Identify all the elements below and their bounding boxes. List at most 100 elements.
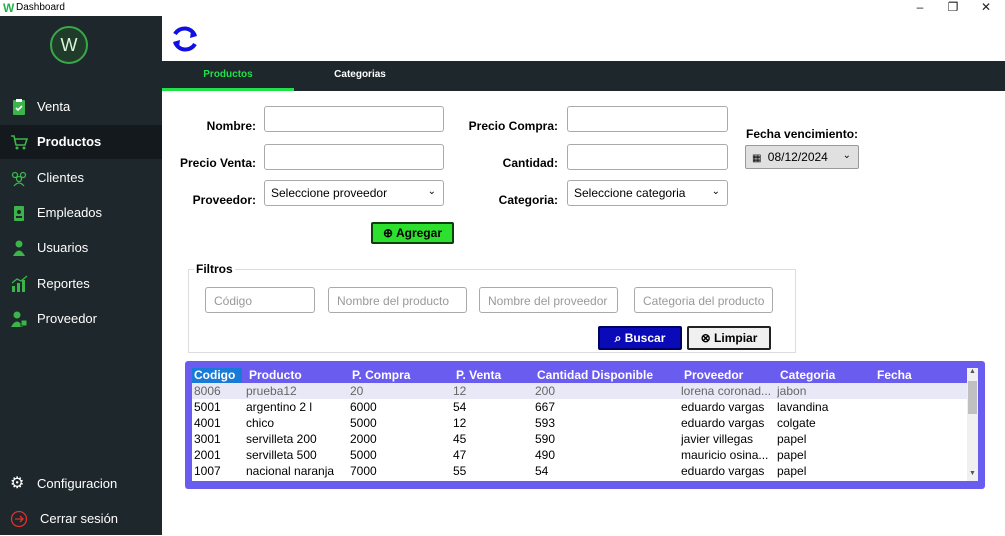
table-cell: javier villegas (681, 432, 754, 446)
nombre-label: Nombre: (206, 119, 256, 133)
close-button[interactable]: ✕ (976, 0, 996, 14)
table-cell: 45 (453, 432, 467, 446)
user-icon (13, 240, 25, 256)
sidebar-item-cerrar-sesion[interactable]: Cerrar sesión (0, 502, 162, 536)
scrollbar-thumb[interactable] (968, 381, 977, 414)
scroll-down-icon[interactable]: ▼ (967, 470, 978, 481)
limpiar-label: Limpiar (714, 331, 758, 345)
limpiar-button[interactable]: ⊗ Limpiar (687, 326, 771, 350)
people-icon (11, 171, 27, 187)
tab-productos[interactable]: Productos (162, 61, 294, 91)
chart-icon (11, 275, 28, 292)
supplier-icon (11, 311, 28, 327)
table-row[interactable]: 5001 argentino 2 l 6000 54 667 eduardo vargas… (192, 399, 967, 415)
cantidad-label: Cantidad: (502, 156, 558, 170)
sidebar-item-configuracion[interactable]: ⚙ Configuracion (0, 467, 162, 501)
column-header-producto[interactable]: Producto (247, 368, 342, 383)
proveedor-filter-input[interactable]: Nombre del proveedor (479, 287, 618, 313)
nombre-input[interactable] (264, 106, 444, 132)
table-cell: 8006 (194, 384, 221, 398)
products-table[interactable]: Codigo Producto P. Compra P. Venta Canti… (192, 368, 978, 481)
sidebar-item-reportes[interactable]: Reportes (0, 267, 162, 301)
table-row[interactable]: 8006 prueba12 20 12 200 lorena coronad... jabo… (192, 383, 967, 399)
table-row[interactable]: 2001 servilleta 500 5000 47 490 mauricio osin… (192, 447, 967, 463)
column-header-proveedor[interactable]: Proveedor (682, 368, 772, 383)
buscar-label: Buscar (624, 331, 666, 345)
sidebar-item-clientes[interactable]: Clientes (0, 161, 162, 195)
column-header-p-compra[interactable]: P. Compra (350, 368, 445, 383)
table-cell: eduardo vargas (681, 400, 765, 414)
categoria-filter-input[interactable]: Categoria del producto (634, 287, 773, 313)
table-scrollbar[interactable]: ▲ ▼ (967, 368, 978, 481)
sidebar-item-proveedor[interactable]: Proveedor (0, 302, 162, 336)
column-header-p-venta[interactable]: P. Venta (454, 368, 529, 383)
table-cell: nacional naranja (246, 464, 335, 478)
tab-categorias[interactable]: Categorias (294, 61, 426, 91)
precio-venta-input[interactable] (264, 144, 444, 170)
table-cell: 2000 (350, 432, 377, 446)
fecha-vencimiento-picker[interactable]: ▦ 08/12/2024 ⌄ (745, 145, 859, 169)
sidebar-item-label: Configuracion (37, 476, 118, 491)
buscar-button[interactable]: ⌕ Buscar (598, 326, 682, 350)
chevron-down-icon: ⌄ (427, 186, 436, 197)
restore-button[interactable]: ❐ (943, 0, 963, 14)
table-cell: argentino 2 l (246, 400, 313, 414)
products-table-frame: Codigo Producto P. Compra P. Venta Canti… (185, 361, 985, 489)
precio-compra-input[interactable] (567, 106, 728, 132)
table-row[interactable]: 3001 servilleta 200 2000 45 590 javier villeg… (192, 431, 967, 447)
sidebar-item-label: Reportes (37, 276, 90, 291)
table-cell: 6000 (350, 400, 377, 414)
proveedor-select-value: Seleccione proveedor (271, 186, 388, 200)
gear-icon: ⚙ (10, 475, 25, 492)
table-cell: 490 (535, 448, 556, 462)
logout-icon (10, 510, 28, 528)
search-icon: ⌕ (614, 331, 622, 345)
proveedor-select[interactable]: Seleccione proveedor ⌄ (264, 180, 444, 206)
chevron-down-icon: ⌄ (711, 186, 720, 197)
codigo-filter-input[interactable]: Código (205, 287, 315, 313)
table-row[interactable]: 4001 chico 5000 12 593 eduardo vargas colgate (192, 415, 967, 431)
cart-icon (11, 135, 28, 150)
agregar-button[interactable]: ⊕ Agregar (371, 222, 454, 244)
sidebar-item-venta[interactable]: Venta (0, 90, 162, 124)
refresh-icon[interactable] (169, 23, 201, 55)
table-cell: jabon (777, 384, 807, 398)
table-cell: 12 (453, 416, 467, 430)
categoria-select-value: Seleccione categoria (574, 186, 686, 200)
table-cell: 20 (350, 384, 364, 398)
table-cell: papel (777, 448, 807, 462)
table-cell: 7000 (350, 464, 377, 478)
table-cell: 5001 (194, 400, 221, 414)
table-cell: eduardo vargas (681, 464, 765, 478)
categoria-select[interactable]: Seleccione categoria ⌄ (567, 180, 728, 206)
table-cell: 1007 (194, 464, 221, 478)
sidebar: W Venta Productos Clientes Empleados Usu… (0, 16, 162, 535)
table-row[interactable]: 1007 nacional naranja 7000 55 54 eduardo varg… (192, 463, 967, 479)
agregar-label: Agregar (395, 226, 442, 240)
minimize-button[interactable]: – (910, 0, 930, 14)
producto-filter-input[interactable]: Nombre del producto (328, 287, 467, 313)
sidebar-item-label: Venta (37, 99, 71, 114)
title-bar: W Dashboard – ❐ ✕ (0, 0, 1005, 16)
sidebar-item-label: Empleados (37, 205, 103, 220)
table-cell: 12 (453, 384, 467, 398)
column-header-fecha[interactable]: Fecha (875, 368, 955, 383)
sidebar-item-usuarios[interactable]: Usuarios (0, 231, 162, 265)
column-header-codigo[interactable]: Codigo (192, 368, 242, 383)
clear-circle-icon: ⊗ (700, 331, 711, 345)
cantidad-input[interactable] (567, 144, 728, 170)
sidebar-item-label: Usuarios (37, 240, 89, 255)
column-header-cantidad[interactable]: Cantidad Disponible (535, 368, 675, 383)
table-cell: servilleta 200 (246, 432, 317, 446)
sidebar-item-empleados[interactable]: Empleados (0, 196, 162, 230)
table-cell: 55 (453, 464, 467, 478)
table-cell: 5000 (350, 448, 377, 462)
table-cell: 2001 (194, 448, 221, 462)
scroll-up-icon[interactable]: ▲ (967, 368, 978, 379)
table-cell: colgate (777, 416, 816, 430)
brand-logo: W (50, 26, 88, 64)
column-header-categoria[interactable]: Categoria (778, 368, 868, 383)
sidebar-item-productos[interactable]: Productos (0, 125, 162, 159)
table-cell: prueba12 (246, 384, 297, 398)
categoria-label: Categoria: (498, 193, 558, 207)
